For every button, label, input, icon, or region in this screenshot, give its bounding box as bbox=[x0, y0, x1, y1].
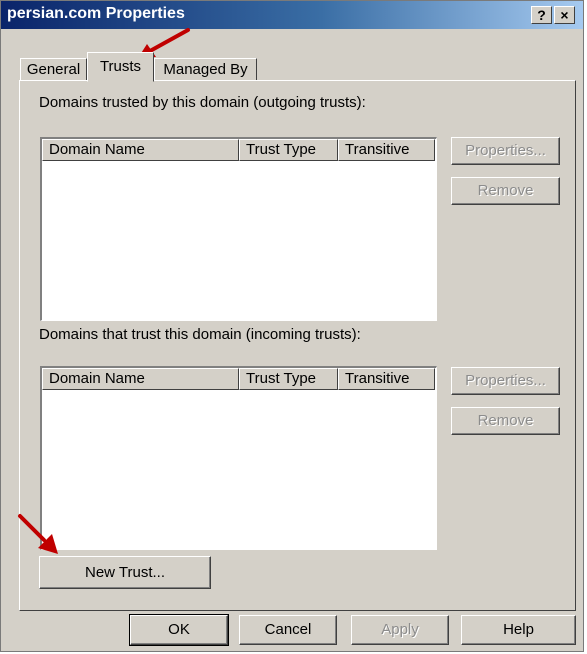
column-trust-type[interactable]: Trust Type bbox=[239, 368, 338, 390]
outgoing-remove-button[interactable]: Remove bbox=[451, 177, 560, 205]
outgoing-trusts-label: Domains trusted by this domain (outgoing… bbox=[39, 94, 366, 111]
column-transitive[interactable]: Transitive bbox=[338, 368, 435, 390]
properties-dialog: persian.com Properties ? × General Trust… bbox=[0, 0, 584, 652]
apply-button[interactable]: Apply bbox=[351, 615, 449, 645]
tab-general[interactable]: General bbox=[20, 58, 87, 81]
title-bar[interactable]: persian.com Properties ? × bbox=[1, 1, 583, 29]
column-transitive[interactable]: Transitive bbox=[338, 139, 435, 161]
column-trust-type[interactable]: Trust Type bbox=[239, 139, 338, 161]
column-domain-name[interactable]: Domain Name bbox=[42, 139, 239, 161]
window-title: persian.com Properties bbox=[7, 5, 185, 22]
outgoing-properties-button[interactable]: Properties... bbox=[451, 137, 560, 165]
incoming-trusts-list[interactable]: Domain Name Trust Type Transitive bbox=[40, 366, 437, 550]
incoming-remove-button[interactable]: Remove bbox=[451, 407, 560, 435]
incoming-properties-button[interactable]: Properties... bbox=[451, 367, 560, 395]
trusts-tab-panel: Domains trusted by this domain (outgoing… bbox=[19, 80, 576, 611]
help-button[interactable]: Help bbox=[461, 615, 576, 645]
incoming-trusts-label: Domains that trust this domain (incoming… bbox=[39, 326, 361, 343]
ok-button[interactable]: OK bbox=[129, 614, 229, 646]
close-title-button[interactable]: × bbox=[554, 6, 575, 24]
column-domain-name[interactable]: Domain Name bbox=[42, 368, 239, 390]
cancel-button[interactable]: Cancel bbox=[239, 615, 337, 645]
tab-trusts[interactable]: Trusts bbox=[87, 52, 154, 82]
outgoing-trusts-list[interactable]: Domain Name Trust Type Transitive bbox=[40, 137, 437, 321]
help-title-button[interactable]: ? bbox=[531, 6, 552, 24]
arrow-annotation-icon bbox=[18, 514, 58, 554]
